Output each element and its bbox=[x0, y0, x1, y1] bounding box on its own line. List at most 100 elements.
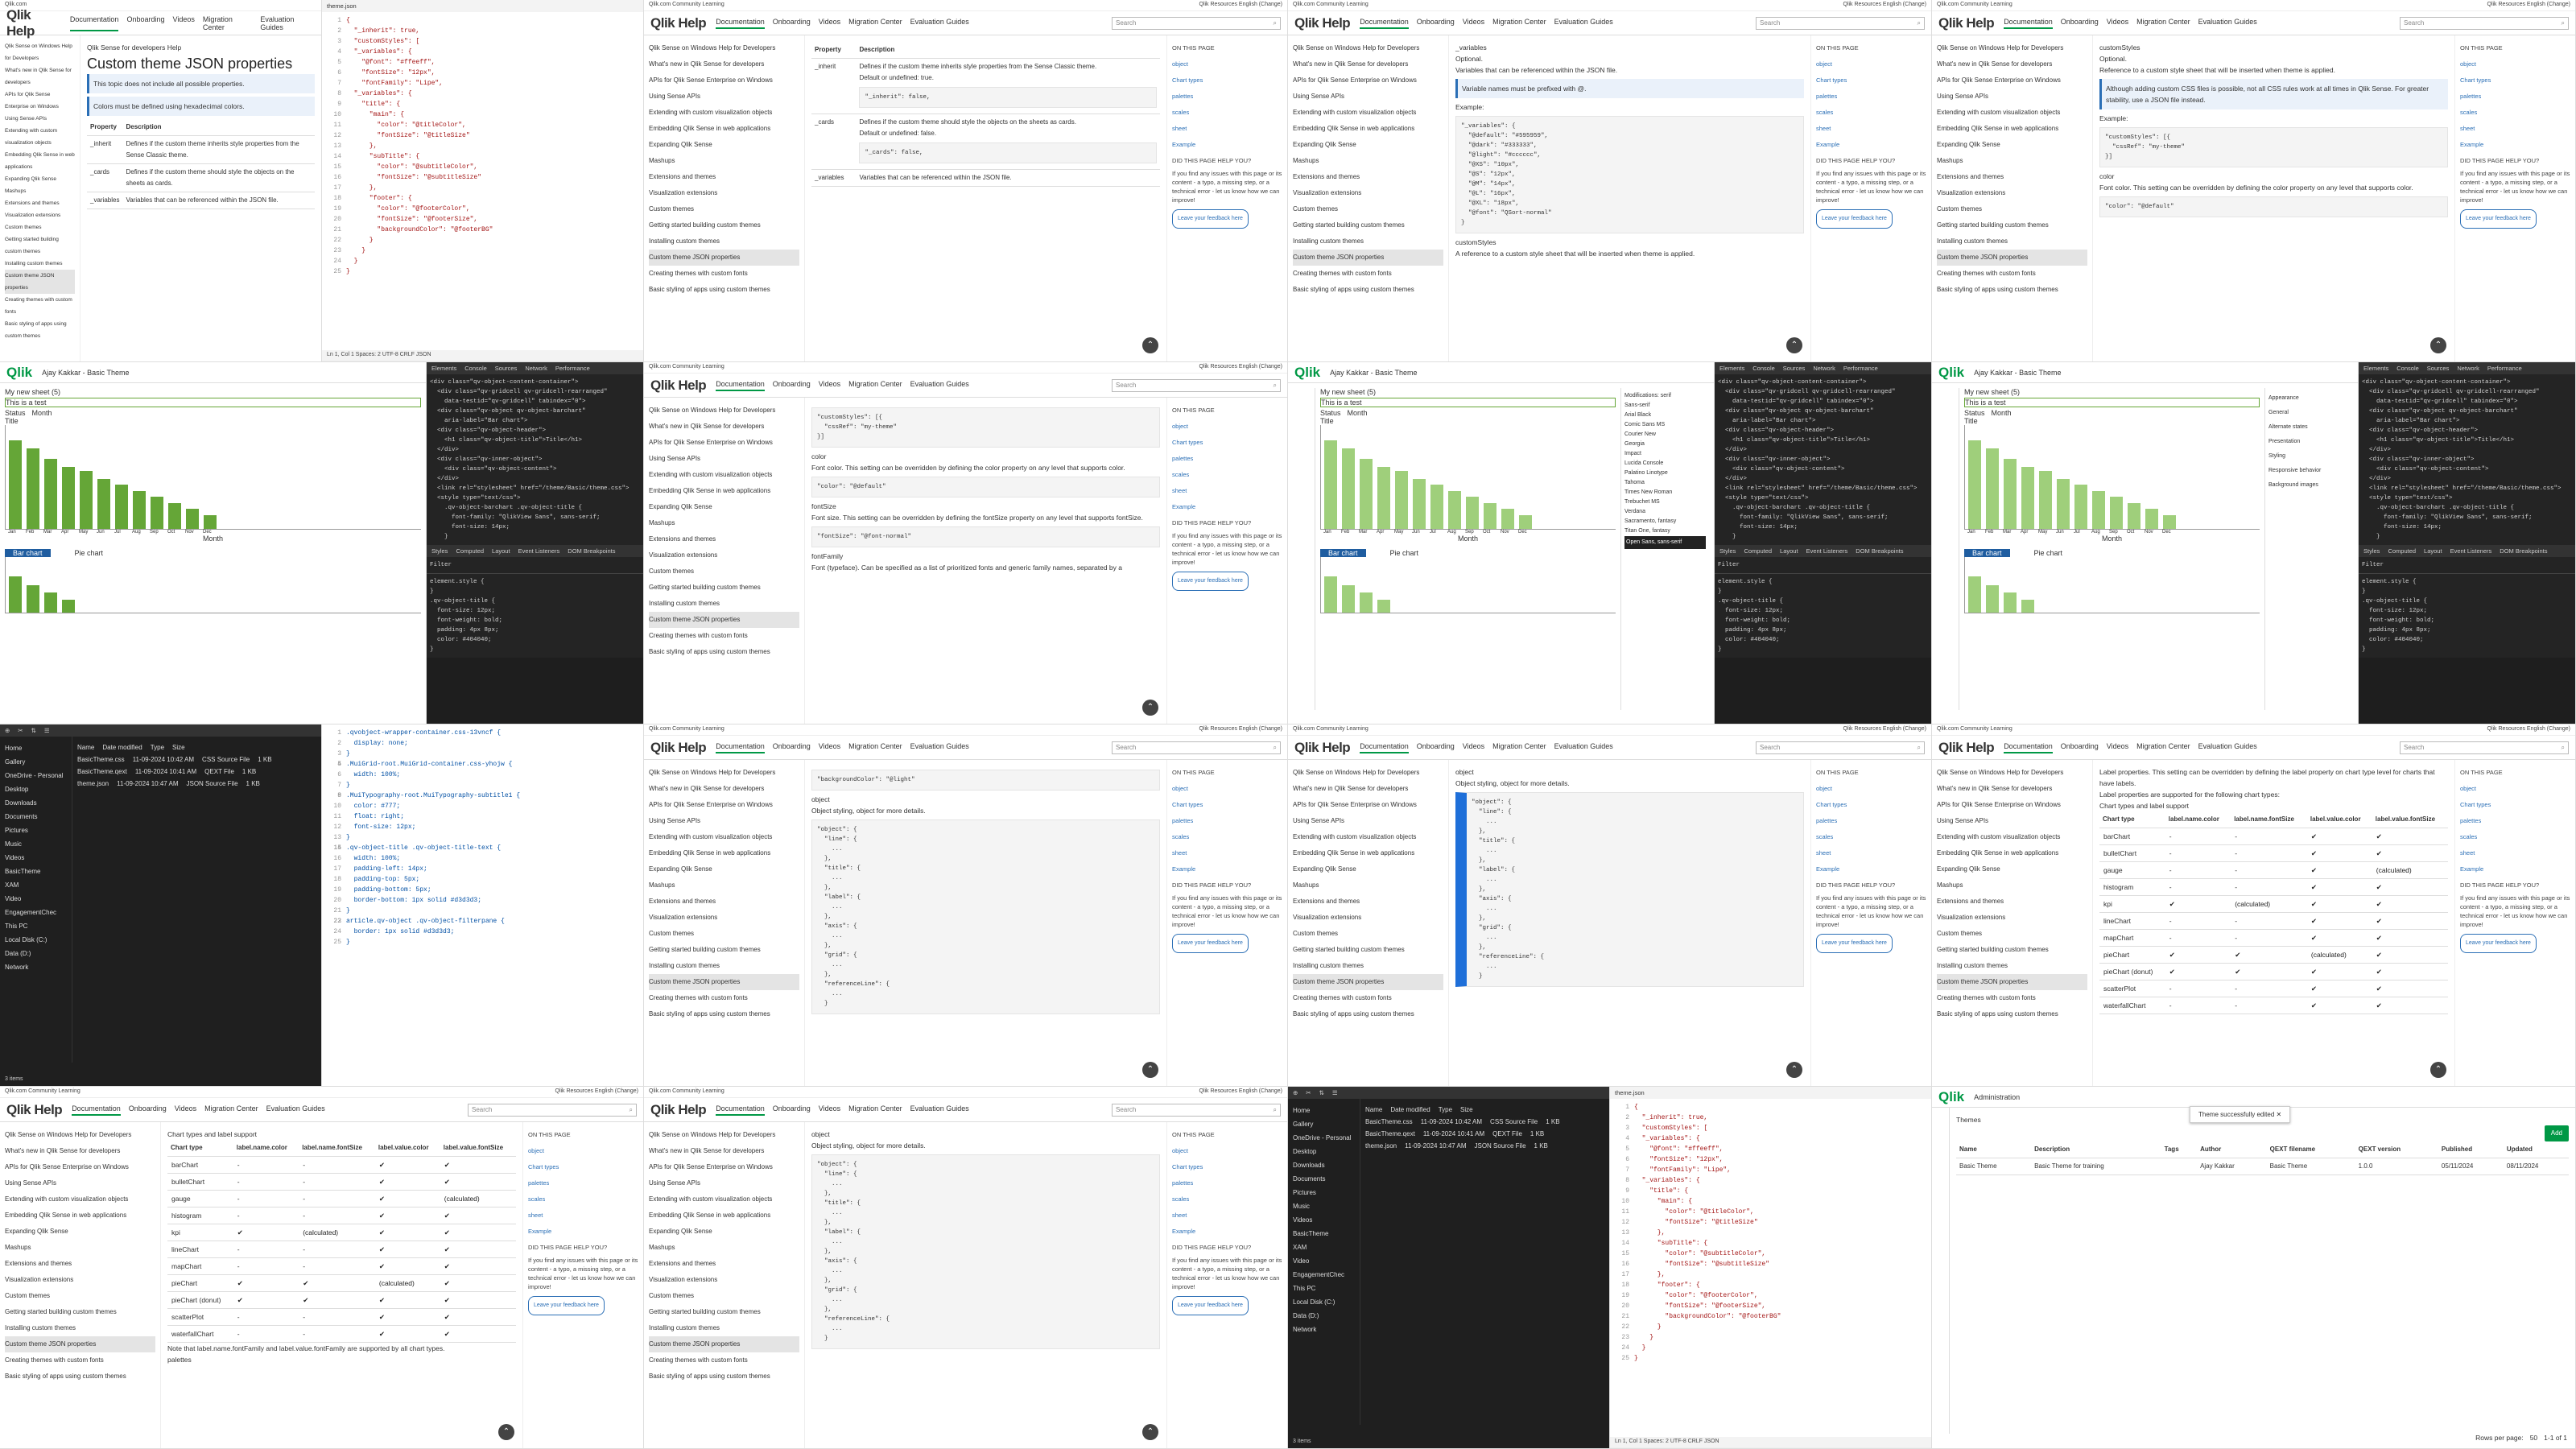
search-input[interactable]: Search ⌕ bbox=[2400, 741, 2569, 754]
dom-line[interactable]: </div> bbox=[1718, 445, 1928, 455]
left-nav-item[interactable]: Creating themes with custom fonts bbox=[1293, 990, 1443, 1006]
file-tab[interactable]: theme.json bbox=[1615, 1089, 1645, 1096]
dom-line[interactable]: <div class="qv-gridcell qv-gridcell-rear… bbox=[1718, 387, 1928, 397]
left-nav-item[interactable]: Custom theme JSON properties bbox=[649, 1336, 799, 1352]
left-nav-item[interactable]: Embedding Qlik Sense in web applications bbox=[5, 149, 75, 173]
left-nav-item[interactable]: Custom theme JSON properties bbox=[649, 612, 799, 628]
on-this-page-link[interactable]: Example bbox=[2460, 861, 2570, 877]
scroll-top-button[interactable]: ⌃ bbox=[1142, 1062, 1158, 1078]
nav-evaluation-guides[interactable]: Evaluation Guides bbox=[910, 18, 969, 29]
top-right-links[interactable]: Qlik Resources English (Change) bbox=[2487, 2, 2571, 9]
left-nav-item[interactable]: What's new in Qlik Sense for developers bbox=[5, 1143, 155, 1159]
dom-line[interactable]: <div class="qv-object-content"> bbox=[1718, 464, 1928, 474]
dom-line[interactable]: <div class="qv-object qv-object-barchart… bbox=[2362, 407, 2572, 416]
left-nav-item[interactable]: Extending with custom visualization obje… bbox=[5, 1191, 155, 1208]
left-nav-item[interactable]: Mashups bbox=[1937, 877, 2087, 894]
left-nav-item[interactable]: Installing custom themes bbox=[1937, 958, 2087, 974]
left-nav-item[interactable]: Getting started building custom themes bbox=[649, 217, 799, 233]
left-nav-item[interactable]: Extending with custom visualization obje… bbox=[649, 829, 799, 845]
left-nav-item[interactable]: Custom theme JSON properties bbox=[649, 974, 799, 990]
left-nav-item[interactable]: Qlik Sense on Windows Help for Developer… bbox=[1293, 765, 1443, 781]
on-this-page-link[interactable]: sheet bbox=[1172, 1208, 1282, 1224]
styles-filter[interactable]: Filter bbox=[2359, 557, 2575, 574]
left-nav-item[interactable]: Visualization extensions bbox=[5, 1272, 155, 1288]
dom-line[interactable]: font-family: "QlikView Sans", sans-serif… bbox=[430, 513, 640, 522]
sidebar-item[interactable]: Video bbox=[5, 892, 67, 906]
nav-item[interactable]: Evaluation Guides bbox=[260, 15, 315, 31]
nav-evaluation-guides[interactable]: Evaluation Guides bbox=[1554, 742, 1613, 753]
th[interactable]: Description bbox=[2031, 1141, 2161, 1158]
col-header[interactable]: Name bbox=[1365, 1104, 1382, 1116]
bar[interactable] bbox=[2110, 497, 2123, 529]
cut-icon[interactable]: ✂ bbox=[18, 727, 23, 734]
th[interactable]: Name bbox=[1956, 1141, 2032, 1158]
left-nav-item[interactable]: APIs for Qlik Sense Enterprise on Window… bbox=[649, 1159, 799, 1175]
left-nav-item[interactable]: What's new in Qlik Sense for developers bbox=[1937, 781, 2087, 797]
left-nav-item[interactable]: Visualization extensions bbox=[649, 910, 799, 926]
sidebar-item[interactable]: Local Disk (C:) bbox=[1293, 1295, 1355, 1309]
nav-videos[interactable]: Videos bbox=[2107, 742, 2128, 753]
left-nav-item[interactable]: Getting started building custom themes bbox=[1937, 942, 2087, 958]
bar[interactable] bbox=[2092, 490, 2105, 529]
left-nav-item[interactable]: Installing custom themes bbox=[1937, 233, 2087, 250]
styles-tab[interactable]: DOM Breakpoints bbox=[1856, 547, 1903, 555]
bar[interactable] bbox=[2004, 592, 2017, 613]
on-this-page-link[interactable]: scales bbox=[2460, 105, 2570, 121]
font-option[interactable]: Sacramento, fantasy bbox=[1624, 517, 1706, 526]
dom-line[interactable]: } bbox=[430, 532, 640, 542]
on-this-page-link[interactable]: palettes bbox=[2460, 89, 2570, 105]
left-nav-item[interactable]: Custom themes bbox=[1293, 926, 1443, 942]
left-nav-item[interactable]: Getting started building custom themes bbox=[649, 1304, 799, 1320]
nav-videos[interactable]: Videos bbox=[819, 1104, 840, 1116]
dom-line[interactable]: <div class="qv-object qv-object-barchart… bbox=[1718, 407, 1928, 416]
sidebar-item[interactable]: Data (D:) bbox=[1293, 1309, 1355, 1323]
view-icon[interactable]: ☰ bbox=[1332, 1089, 1338, 1096]
nav-evaluation-guides[interactable]: Evaluation Guides bbox=[2198, 18, 2257, 29]
nav-migration-center[interactable]: Migration Center bbox=[204, 1104, 258, 1116]
search-icon[interactable]: ⌕ bbox=[1918, 744, 1921, 752]
bar[interactable] bbox=[9, 576, 22, 613]
dom-line[interactable]: <div class="qv-object qv-object-barchart… bbox=[430, 407, 640, 416]
font-option[interactable]: Verdana bbox=[1624, 507, 1706, 517]
dom-line[interactable]: .qv-object-barchart .qv-object-title { bbox=[1718, 503, 1928, 513]
qlik-help-logo[interactable]: Qlik Help bbox=[1938, 15, 1995, 31]
left-nav-item[interactable]: Using Sense APIs bbox=[649, 813, 799, 829]
col-header[interactable]: Date modified bbox=[1390, 1104, 1430, 1116]
dom-line[interactable]: data-testid="qv-gridcell" tabindex="0"> bbox=[2362, 397, 2572, 407]
left-nav-item[interactable]: Custom theme JSON properties bbox=[1293, 974, 1443, 990]
nav-videos[interactable]: Videos bbox=[819, 742, 840, 753]
left-nav-item[interactable]: Expanding Qlik Sense bbox=[649, 137, 799, 153]
devtools-tab[interactable]: Sources bbox=[1783, 365, 1806, 372]
nav-evaluation-guides[interactable]: Evaluation Guides bbox=[2198, 742, 2257, 753]
on-this-page-link[interactable]: Example bbox=[1816, 861, 1926, 877]
col-header[interactable]: Type bbox=[1439, 1104, 1452, 1116]
th[interactable]: Author bbox=[2197, 1141, 2267, 1158]
left-nav-item[interactable]: Using Sense APIs bbox=[1937, 813, 2087, 829]
nav-item[interactable]: Videos bbox=[172, 15, 194, 31]
top-right-links[interactable]: Qlik Resources English (Change) bbox=[1843, 726, 1927, 733]
qlik-help-logo[interactable]: Qlik Help bbox=[6, 7, 60, 39]
left-nav-item[interactable]: Extending with custom visualization obje… bbox=[1937, 105, 2087, 121]
scroll-top-button[interactable]: ⌃ bbox=[1786, 1062, 1802, 1078]
sidebar-item[interactable]: XAM bbox=[1293, 1241, 1355, 1254]
left-nav-item[interactable]: Mashups bbox=[649, 153, 799, 169]
qlik-logo[interactable]: Qlik bbox=[1938, 1089, 1964, 1105]
left-nav-item[interactable]: Installing custom themes bbox=[1293, 958, 1443, 974]
left-nav-item[interactable]: Custom themes bbox=[649, 564, 799, 580]
left-nav-item[interactable]: Custom theme JSON properties bbox=[1937, 974, 2087, 990]
left-nav-item[interactable]: APIs for Qlik Sense Enterprise on Window… bbox=[5, 89, 75, 113]
dom-line[interactable]: <link rel="stylesheet" href="/theme/Basi… bbox=[1718, 484, 1928, 493]
dom-line[interactable]: font-size: 14px; bbox=[430, 522, 640, 532]
search-icon[interactable]: ⌕ bbox=[1274, 1106, 1277, 1114]
devtools-tab[interactable]: Elements bbox=[431, 365, 456, 372]
bar[interactable] bbox=[1986, 448, 1999, 529]
bar[interactable] bbox=[168, 502, 181, 529]
nav-evaluation-guides[interactable]: Evaluation Guides bbox=[1554, 18, 1613, 29]
styles-tab[interactable]: Computed bbox=[1744, 547, 1772, 555]
nav-onboarding[interactable]: Onboarding bbox=[773, 18, 811, 29]
on-this-page-link[interactable]: palettes bbox=[1172, 1175, 1282, 1191]
qlik-logo[interactable]: Qlik bbox=[1294, 365, 1320, 381]
left-nav-item[interactable]: Creating themes with custom fonts bbox=[5, 294, 75, 318]
styles-tab[interactable]: Styles bbox=[431, 547, 448, 555]
font-option[interactable]: Palatino Linotype bbox=[1624, 469, 1706, 478]
